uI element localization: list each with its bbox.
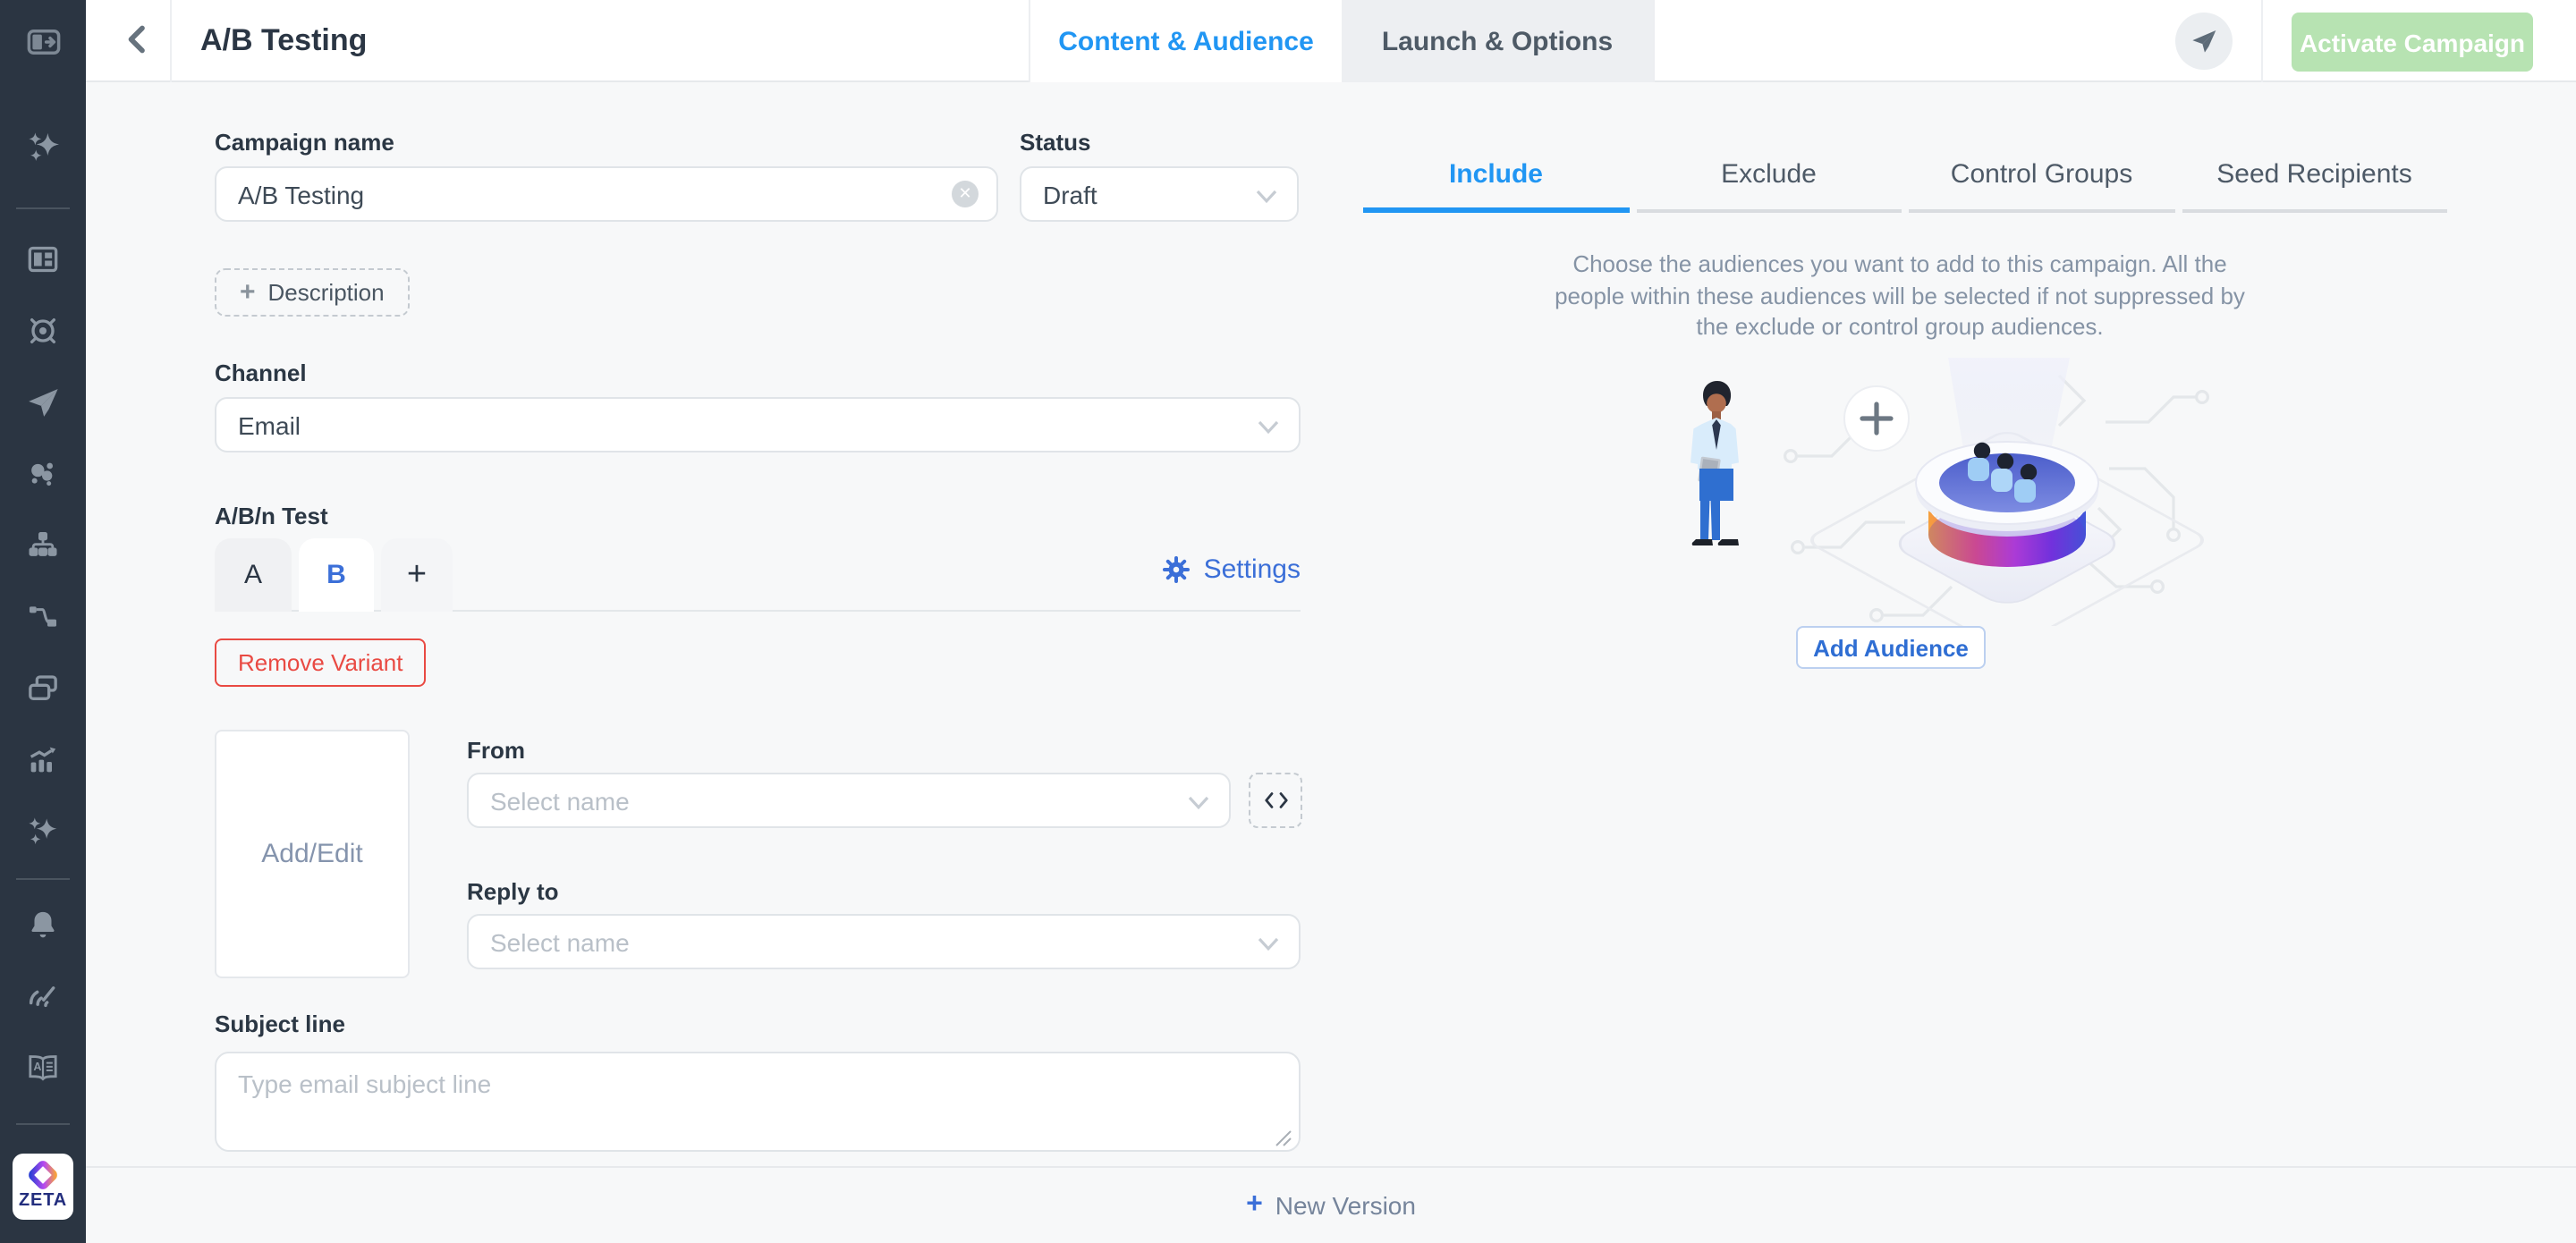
sparkles-icon[interactable] bbox=[0, 805, 86, 858]
audience-illustration bbox=[1637, 358, 2227, 626]
dashboard-icon[interactable] bbox=[0, 233, 86, 286]
channel-select[interactable]: Email bbox=[215, 397, 1301, 452]
settings-label: Settings bbox=[1204, 554, 1301, 585]
audience-description: Choose the audiences you want to add to … bbox=[1555, 249, 2245, 343]
header-divider bbox=[2261, 0, 2263, 82]
description-label: Description bbox=[268, 279, 385, 306]
chevron-down-icon bbox=[1258, 937, 1279, 951]
audience-tabs: Include Exclude Control Groups Seed Reci… bbox=[1360, 134, 2451, 213]
subject-line-input[interactable] bbox=[215, 1052, 1301, 1152]
code-personalization-button[interactable] bbox=[1249, 773, 1302, 828]
plus-icon: + bbox=[240, 277, 256, 308]
person-figure bbox=[1690, 381, 1739, 545]
tab-include[interactable]: Include bbox=[1360, 134, 1632, 213]
tab-seed-recipients[interactable]: Seed Recipients bbox=[2178, 134, 2451, 213]
sidebar: A ZETA bbox=[0, 0, 86, 1243]
reply-to-label: Reply to bbox=[467, 878, 559, 905]
new-version-label: New Version bbox=[1275, 1191, 1416, 1220]
add-edit-label: Add/Edit bbox=[261, 839, 362, 869]
from-placeholder: Select name bbox=[490, 786, 630, 815]
book-icon[interactable]: A bbox=[0, 1041, 86, 1095]
settings-link[interactable]: Settings bbox=[1161, 554, 1301, 585]
tab-exclude[interactable]: Exclude bbox=[1632, 134, 1905, 213]
chevron-down-icon bbox=[1256, 190, 1277, 204]
zeta-diamond-icon bbox=[23, 1157, 63, 1193]
from-select[interactable]: Select name bbox=[467, 773, 1231, 828]
add-variant-button[interactable]: + bbox=[381, 538, 453, 612]
header-divider bbox=[170, 0, 172, 82]
chevron-down-icon bbox=[1258, 420, 1279, 435]
target-icon[interactable] bbox=[0, 304, 86, 358]
paper-plane-icon bbox=[2190, 27, 2218, 55]
variant-tabs: A B + Settings bbox=[215, 538, 1301, 612]
hierarchy-icon[interactable] bbox=[0, 519, 86, 572]
zeta-logo-text: ZETA bbox=[19, 1191, 67, 1211]
cards-icon[interactable] bbox=[0, 662, 86, 715]
zeta-logo[interactable]: ZETA bbox=[13, 1154, 73, 1220]
subject-line-label: Subject line bbox=[215, 1010, 345, 1037]
bell-icon[interactable] bbox=[0, 898, 86, 951]
clear-input-icon[interactable]: ✕ bbox=[952, 181, 979, 207]
remove-variant-button[interactable]: Remove Variant bbox=[215, 638, 427, 687]
sidebar-divider bbox=[16, 207, 70, 209]
back-button[interactable] bbox=[118, 21, 157, 61]
abn-test-label: A/B/n Test bbox=[215, 503, 328, 529]
add-audience-button[interactable]: Add Audience bbox=[1796, 626, 1986, 669]
add-description-button[interactable]: + Description bbox=[215, 268, 410, 317]
plus-icon: + bbox=[1246, 1189, 1263, 1222]
from-label: From bbox=[467, 737, 525, 764]
channel-value: Email bbox=[238, 410, 301, 439]
status-label: Status bbox=[1020, 129, 1090, 156]
header-tabs: Content & Audience Launch & Options bbox=[1029, 0, 1655, 82]
paper-plane-icon[interactable] bbox=[0, 376, 86, 429]
sidebar-divider bbox=[16, 1123, 70, 1125]
send-test-button[interactable] bbox=[2175, 13, 2233, 70]
signal-icon[interactable] bbox=[0, 969, 86, 1023]
analytics-icon[interactable] bbox=[0, 733, 86, 787]
app: A ZETA A/B Testing Content & Audience La… bbox=[0, 0, 2576, 1243]
status-select[interactable]: Draft bbox=[1020, 166, 1299, 222]
tab-launch-options[interactable]: Launch & Options bbox=[1342, 0, 1653, 82]
code-icon bbox=[1262, 789, 1289, 812]
creative-add-edit[interactable]: Add/Edit bbox=[215, 730, 410, 978]
chevron-left-icon bbox=[120, 21, 156, 57]
gear-icon bbox=[1161, 554, 1191, 585]
audience-icon[interactable] bbox=[0, 447, 86, 501]
reply-to-placeholder: Select name bbox=[490, 927, 630, 956]
header: A/B Testing Content & Audience Launch & … bbox=[86, 0, 2576, 82]
chevron-down-icon bbox=[1188, 796, 1209, 810]
tab-content-audience[interactable]: Content & Audience bbox=[1030, 0, 1342, 82]
add-audience-plus-icon bbox=[1844, 386, 1909, 451]
page-title: A/B Testing bbox=[200, 0, 367, 82]
sidebar-divider bbox=[16, 878, 70, 880]
panel-toggle-icon[interactable] bbox=[0, 14, 86, 68]
tab-control-groups[interactable]: Control Groups bbox=[1905, 134, 2178, 213]
campaign-name-label: Campaign name bbox=[215, 129, 394, 156]
campaign-name-input[interactable] bbox=[215, 166, 998, 222]
sparkles-icon[interactable] bbox=[0, 120, 86, 173]
new-version-button[interactable]: + New Version bbox=[1246, 1189, 1416, 1222]
channel-label: Channel bbox=[215, 359, 307, 386]
journey-icon[interactable] bbox=[0, 590, 86, 644]
activate-campaign-button[interactable]: Activate Campaign bbox=[2292, 13, 2533, 72]
svg-text:A: A bbox=[33, 1061, 41, 1073]
footer: + New Version bbox=[86, 1166, 2576, 1243]
status-value: Draft bbox=[1043, 180, 1097, 208]
variant-tab-b[interactable]: B bbox=[299, 538, 374, 612]
reply-to-select[interactable]: Select name bbox=[467, 914, 1301, 969]
variant-tab-a[interactable]: A bbox=[215, 538, 292, 612]
